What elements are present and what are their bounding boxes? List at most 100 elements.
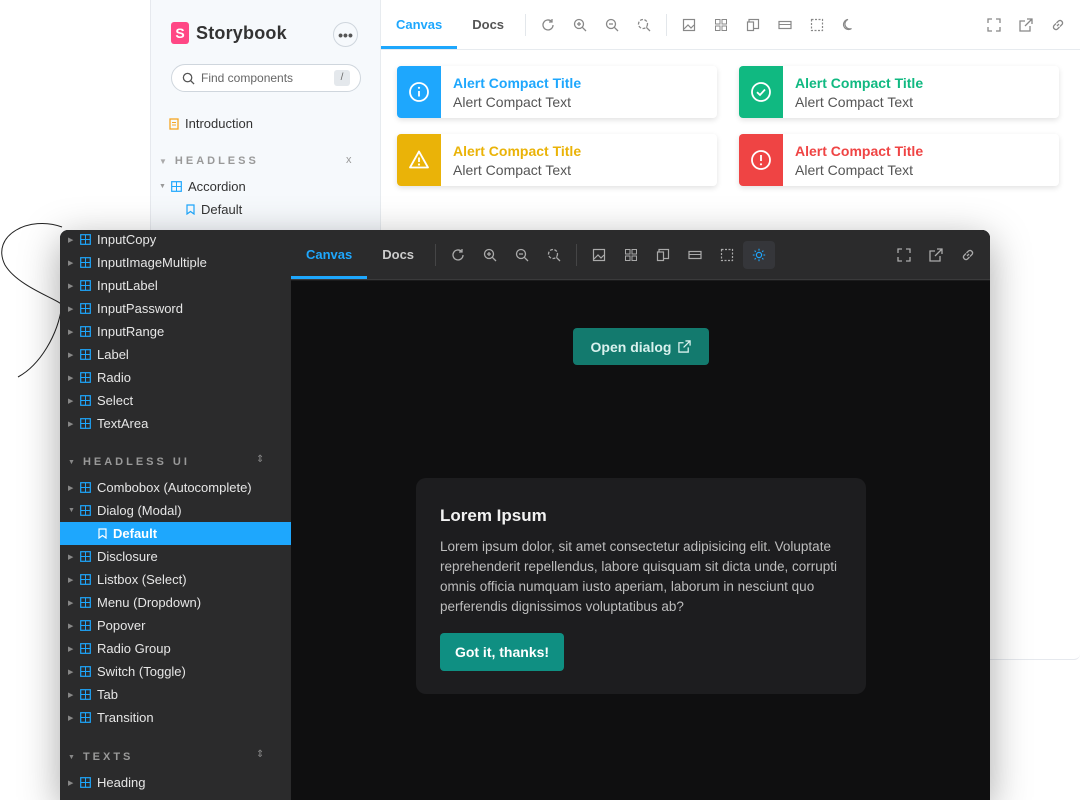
chevron-right-icon: ▶ [68, 236, 74, 244]
zoom-in-icon[interactable] [564, 0, 596, 49]
viewport-icon[interactable] [737, 0, 769, 49]
chevron-right-icon: ▶ [68, 374, 74, 382]
viewport-icon[interactable] [647, 230, 679, 279]
sidebar-item-label: TextArea [97, 416, 149, 431]
sidebar-item-default-story[interactable]: Default [186, 202, 242, 217]
collapse-all-icon[interactable]: x [346, 154, 352, 166]
sun-icon[interactable] [743, 240, 776, 269]
sidebar-item-label: Radio Group [97, 641, 171, 656]
tab-canvas[interactable]: Canvas [291, 230, 368, 279]
copy-link-icon[interactable] [952, 230, 984, 279]
zoom-out-icon[interactable] [506, 230, 538, 279]
open-dialog-button[interactable]: Open dialog [573, 328, 709, 365]
sidebar-item-combobox[interactable]: ▶ Combobox (Autocomplete) [60, 476, 291, 499]
zoom-out-icon[interactable] [596, 0, 628, 49]
chevron-right-icon: ▶ [68, 714, 74, 722]
section-label: HEADLESS [174, 155, 259, 167]
expand-collapse-icon[interactable]: ⇕ [256, 749, 264, 760]
sidebar-item-switch[interactable]: ▶ Switch (Toggle) [60, 660, 291, 683]
grid-icon[interactable] [615, 230, 647, 279]
component-icon [80, 712, 91, 723]
component-icon [80, 418, 91, 429]
sidebar-item-inputimagemultiple[interactable]: ▶ InputImageMultiple [60, 251, 291, 274]
sidebar-item-default-story-selected[interactable]: Default [60, 522, 291, 545]
chevron-right-icon: ▶ [68, 576, 74, 584]
sidebar-item-label: Combobox (Autocomplete) [97, 480, 252, 495]
zoom-reset-icon[interactable] [628, 0, 660, 49]
sidebar-item-label: Accordion [187, 179, 246, 194]
tab-canvas[interactable]: Canvas [381, 0, 458, 49]
sidebar-item-dialog[interactable]: ▼ Dialog (Modal) [60, 499, 291, 522]
toolbar-divider [525, 13, 527, 36]
alert-title: Alert Compact Title [795, 143, 924, 159]
tab-docs[interactable]: Docs [367, 230, 429, 279]
zoom-reset-icon[interactable] [538, 230, 570, 279]
tab-docs[interactable]: Docs [457, 0, 519, 49]
more-options-button[interactable]: ••• [333, 22, 358, 47]
chevron-right-icon: ▶ [68, 259, 74, 267]
grid-icon[interactable] [705, 0, 737, 49]
sidebar-item-label: Menu (Dropdown) [97, 595, 202, 610]
chevron-right-icon: ▶ [68, 305, 74, 313]
sidebar-item-select[interactable]: ▶ Select [60, 389, 291, 412]
expand-collapse-icon[interactable]: ⇕ [256, 454, 264, 465]
storybook-logo[interactable]: S Storybook [171, 22, 287, 44]
sidebar-item-introduction[interactable]: Introduction [169, 116, 253, 131]
alert-title: Alert Compact Title [453, 143, 582, 159]
component-icon [80, 505, 91, 516]
component-icon [80, 574, 91, 585]
sidebar-item-label: Select [97, 393, 134, 408]
sidebar-item-radio-group[interactable]: ▶ Radio Group [60, 637, 291, 660]
moon-icon[interactable] [833, 0, 865, 49]
sidebar-item-tab[interactable]: ▶ Tab [60, 683, 291, 706]
chevron-down-icon: ▼ [159, 183, 166, 190]
measure-icon[interactable] [769, 0, 801, 49]
zoom-in-icon[interactable] [474, 230, 506, 279]
component-icon [80, 643, 91, 654]
outline-icon[interactable] [801, 0, 833, 49]
sidebar-section-headless[interactable]: ▼ HEADLESS [159, 155, 259, 167]
fullscreen-icon[interactable] [978, 0, 1010, 49]
reload-icon[interactable] [532, 0, 564, 49]
sidebar-section-headless-ui[interactable]: ▼ HEADLESS UI [68, 456, 190, 468]
sidebar-item-inputpassword[interactable]: ▶ InputPassword [60, 297, 291, 320]
light-toolbar: Canvas Docs [381, 0, 1080, 50]
measure-icon[interactable] [679, 230, 711, 279]
sidebar-item-listbox[interactable]: ▶ Listbox (Select) [60, 568, 291, 591]
component-icon [80, 303, 91, 314]
sidebar-item-heading[interactable]: ▶ Heading [60, 771, 291, 794]
sidebar-item-inputlabel[interactable]: ▶ InputLabel [60, 274, 291, 297]
sidebar-item-radio[interactable]: ▶ Radio [60, 366, 291, 389]
sidebar-item-inputrange[interactable]: ▶ InputRange [60, 320, 291, 343]
search-input[interactable]: Find components / [171, 64, 361, 92]
sidebar-item-transition[interactable]: ▶ Transition [60, 706, 291, 729]
sidebar-item-textarea[interactable]: ▶ TextArea [60, 412, 291, 435]
copy-link-icon[interactable] [1042, 0, 1074, 49]
sidebar-item-inputcopy[interactable]: ▶ InputCopy [60, 230, 291, 251]
got-it-button[interactable]: Got it, thanks! [440, 633, 564, 671]
sidebar-item-popover[interactable]: ▶ Popover [60, 614, 291, 637]
sidebar-item-accordion[interactable]: ▼ Accordion [159, 179, 246, 194]
section-label: HEADLESS UI [82, 456, 190, 468]
background-icon[interactable] [673, 0, 705, 49]
open-new-tab-icon[interactable] [1010, 0, 1042, 49]
chevron-right-icon: ▶ [68, 484, 74, 492]
sidebar-item-disclosure[interactable]: ▶ Disclosure [60, 545, 291, 568]
dark-main-panel: Canvas Docs Open dialog Lorem Ipsum Lore… [291, 230, 990, 800]
sidebar-item-label-component[interactable]: ▶ Label [60, 343, 291, 366]
sidebar-section-texts[interactable]: ▼ TEXTS [68, 751, 133, 763]
open-new-tab-icon[interactable] [920, 230, 952, 279]
sidebar-item-label: Dialog (Modal) [97, 503, 182, 518]
background-icon[interactable] [583, 230, 615, 279]
component-icon [80, 326, 91, 337]
sidebar-item-label: InputLabel [97, 278, 158, 293]
fullscreen-icon[interactable] [888, 230, 920, 279]
reload-icon[interactable] [442, 230, 474, 279]
sidebar-item-label: InputRange [97, 324, 165, 339]
dark-toolbar: Canvas Docs [291, 230, 990, 280]
outline-icon[interactable] [711, 230, 743, 279]
sidebar-item-menu[interactable]: ▶ Menu (Dropdown) [60, 591, 291, 614]
sidebar-item-label: Disclosure [97, 549, 158, 564]
sidebar-item-label: Default [113, 526, 158, 541]
alert-text: Alert Compact Text [795, 94, 914, 110]
